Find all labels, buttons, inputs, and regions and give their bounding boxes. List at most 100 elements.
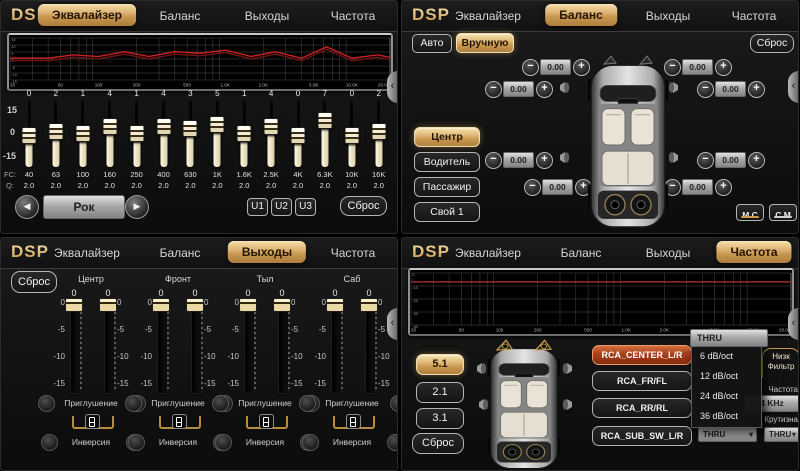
mute-toggle-left[interactable] <box>212 395 229 412</box>
tab-frequency[interactable]: Частота <box>331 246 375 260</box>
mute-toggle-left[interactable] <box>38 395 55 412</box>
tab-equalizer[interactable]: Эквалайзер <box>455 246 521 260</box>
eq-slider-knob[interactable] <box>264 118 279 135</box>
mc-mode-button[interactable]: M C <box>736 204 764 221</box>
invert-toggle-left[interactable] <box>128 434 145 451</box>
output-slider-track[interactable] <box>331 300 342 394</box>
output-slider-track[interactable] <box>104 300 115 394</box>
balance-plus-button[interactable]: + <box>748 81 765 98</box>
eq-reset-button[interactable]: Сброс <box>340 196 387 216</box>
outputs-reset-button[interactable]: Сброс <box>11 271 57 293</box>
balance-plus-button[interactable]: + <box>715 59 732 76</box>
output-slider-knob[interactable] <box>65 298 83 312</box>
slope-dropdown-selected[interactable]: THRU <box>690 329 768 347</box>
tab-equalizer[interactable]: Эквалайзер <box>54 246 120 260</box>
balance-minus-button[interactable]: − <box>697 152 714 169</box>
tab-equalizer[interactable]: Эквалайзер <box>455 9 521 23</box>
eq-slider-knob[interactable] <box>237 125 252 142</box>
eq-slider-knob[interactable] <box>156 118 171 135</box>
balance-minus-button[interactable]: − <box>485 152 502 169</box>
rca-channel-button-2[interactable]: RCA_RR/RL <box>592 398 692 418</box>
preset-prev-button[interactable]: ◀ <box>15 195 39 219</box>
output-slider-knob[interactable] <box>273 298 291 312</box>
output-slider-knob[interactable] <box>326 298 344 312</box>
output-slider-track[interactable] <box>70 300 81 394</box>
rca-channel-button-0[interactable]: RCA_CENTER_L/R <box>592 345 692 365</box>
channel-link-icon[interactable] <box>85 414 100 429</box>
tab-balance[interactable]: Баланс <box>160 9 201 23</box>
slope-select-high[interactable]: THRU▾ <box>698 427 757 442</box>
invert-toggle-left[interactable] <box>41 434 58 451</box>
output-slider-knob[interactable] <box>186 298 204 312</box>
eq-slider-knob[interactable] <box>129 125 144 142</box>
tab-frequency[interactable]: Частота <box>331 9 375 23</box>
tab-frequency[interactable]: Частота <box>732 9 776 23</box>
slope-dropdown-option-0[interactable]: 6 dB/oct <box>692 346 761 366</box>
preset-next-button[interactable]: ▶ <box>125 195 149 219</box>
output-slider-track[interactable] <box>157 300 168 394</box>
eq-slider-knob[interactable] <box>371 123 386 140</box>
speaker-mode-5-1[interactable]: 5.1 <box>416 354 464 375</box>
cm-mode-button[interactable]: C M <box>769 204 797 221</box>
drawer-handle[interactable]: ‹ <box>788 308 799 340</box>
invert-toggle-right[interactable] <box>387 434 398 451</box>
balance-minus-button[interactable]: − <box>697 81 714 98</box>
balance-reset-button[interactable]: Сброс <box>750 34 794 53</box>
preset-display[interactable]: Рок <box>43 195 125 219</box>
invert-toggle-left[interactable] <box>215 434 232 451</box>
speaker-mode-3-1[interactable]: 3.1 <box>416 408 464 429</box>
balance-minus-button[interactable]: − <box>524 179 541 196</box>
memory-button-u2[interactable]: U2 <box>271 198 292 216</box>
memory-button-u3[interactable]: U3 <box>295 198 316 216</box>
balance-plus-button[interactable]: + <box>536 81 553 98</box>
eq-slider-knob[interactable] <box>75 125 90 142</box>
drawer-handle[interactable]: ‹ <box>387 308 398 340</box>
output-slider-knob[interactable] <box>239 298 257 312</box>
balance-manual-button[interactable]: Вручную <box>456 33 514 53</box>
eq-slider-knob[interactable] <box>48 123 63 140</box>
output-slider-track[interactable] <box>365 300 376 394</box>
channel-link-icon[interactable] <box>172 414 187 429</box>
balance-preset-1[interactable]: Центр <box>414 127 480 147</box>
balance-preset-3[interactable]: Пассажир <box>414 177 480 197</box>
tab-outputs[interactable]: Выходы <box>245 9 290 23</box>
balance-minus-button[interactable]: − <box>485 81 502 98</box>
output-slider-knob[interactable] <box>360 298 378 312</box>
tab-outputs[interactable]: Выходы <box>646 9 691 23</box>
tab-frequency[interactable]: Частота <box>716 241 791 263</box>
output-slider-knob[interactable] <box>152 298 170 312</box>
eq-slider-knob[interactable] <box>317 112 332 129</box>
tab-outputs[interactable]: Выходы <box>228 241 306 263</box>
speaker-mode-2-1[interactable]: 2.1 <box>416 382 464 403</box>
channel-link-icon[interactable] <box>259 414 274 429</box>
eq-slider-knob[interactable] <box>183 120 198 137</box>
output-slider-knob[interactable] <box>99 298 117 312</box>
balance-minus-button[interactable]: − <box>522 59 539 76</box>
eq-slider-knob[interactable] <box>344 127 359 144</box>
eq-slider-knob[interactable] <box>22 127 37 144</box>
mute-toggle-right[interactable] <box>390 395 398 412</box>
slope-dropdown-option-3[interactable]: 36 dB/oct <box>692 406 761 426</box>
channel-link-icon[interactable] <box>346 414 361 429</box>
mute-toggle-left[interactable] <box>125 395 142 412</box>
rca-channel-button-1[interactable]: RCA_FR/FL <box>592 371 692 391</box>
invert-toggle-left[interactable] <box>302 434 319 451</box>
eq-slider-knob[interactable] <box>291 127 306 144</box>
eq-slider-knob[interactable] <box>210 116 225 133</box>
balance-auto-button[interactable]: Авто <box>412 34 452 53</box>
balance-preset-2[interactable]: Водитель <box>414 152 480 172</box>
tab-balance[interactable]: Баланс <box>545 4 617 26</box>
slope-dropdown-option-1[interactable]: 12 dB/oct <box>692 366 761 386</box>
drawer-handle[interactable]: ‹ <box>387 71 398 103</box>
balance-plus-button[interactable]: + <box>748 152 765 169</box>
output-slider-track[interactable] <box>244 300 255 394</box>
output-slider-track[interactable] <box>191 300 202 394</box>
balance-plus-button[interactable]: + <box>536 152 553 169</box>
balance-preset-4[interactable]: Свой 1 <box>414 202 480 222</box>
tab-equalizer[interactable]: Эквалайзер <box>38 4 136 26</box>
balance-plus-button[interactable]: + <box>715 179 732 196</box>
output-slider-track[interactable] <box>278 300 289 394</box>
drawer-handle[interactable]: ‹ <box>788 71 799 103</box>
tab-outputs[interactable]: Выходы <box>646 246 691 260</box>
tab-balance[interactable]: Баланс <box>561 246 602 260</box>
